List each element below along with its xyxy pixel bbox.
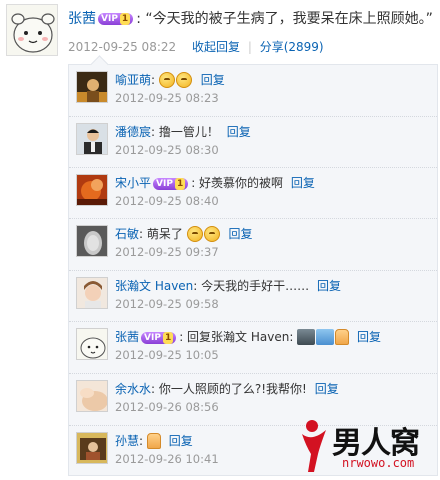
comment-item: 张瀚文 Haven: 今天我的手好干…… 回复 2012-09-25 09:58 bbox=[69, 271, 437, 322]
comment-list: 喻亚萌: 回复 2012-09-25 08:23 潘德宸: 撸一管儿！ 回复 2… bbox=[68, 64, 438, 476]
comment-item: 喻亚萌: 回复 2012-09-25 08:23 bbox=[69, 65, 437, 117]
comment-item: 张茜 VIP 1: 回复张瀚文 Haven: 回复 2012-09-25 10:05 bbox=[69, 322, 437, 374]
comment-content: 余水水: 你一人照顾的了么?!我帮你! 回复 bbox=[115, 380, 339, 397]
comment-text: : 今天我的手好干…… bbox=[193, 279, 310, 293]
post-author-avatar[interactable] bbox=[6, 4, 58, 56]
cartoon-avatar-icon bbox=[77, 329, 107, 359]
comment-timestamp: 2012-09-25 09:58 bbox=[115, 297, 219, 311]
commenter-name[interactable]: 张瀚文 Haven bbox=[115, 279, 193, 293]
post-content-line: 张茜 VIP 1: “今天我的被子生病了，我要呆在床上照顾她。” bbox=[68, 8, 433, 28]
photo-avatar-icon bbox=[77, 124, 107, 154]
grin-emoticon-icon bbox=[203, 226, 220, 242]
reply-button[interactable]: 回复 bbox=[169, 434, 193, 448]
photo-avatar-icon bbox=[77, 175, 107, 205]
commenter-avatar[interactable] bbox=[76, 71, 108, 103]
comment-text: : 你一人照顾的了么?!我帮你! bbox=[151, 382, 307, 396]
reply-button[interactable]: 回复 bbox=[291, 176, 315, 190]
vip-level: 1 bbox=[162, 331, 174, 344]
comment-timestamp: 2012-09-25 09:37 bbox=[115, 245, 219, 259]
reply-button[interactable]: 回复 bbox=[229, 227, 253, 241]
photo-avatar-icon bbox=[77, 433, 107, 463]
comment-item: 石敏: 萌呆了 回复 2012-09-25 09:37 bbox=[69, 219, 437, 271]
vip-badge[interactable]: VIP 1 bbox=[98, 13, 134, 25]
comment-content: 宋小平 VIP 1: 好羡慕你的被啊 回复 bbox=[115, 174, 315, 191]
post-text: : “今天我的被子生病了，我要呆在床上照顾她。” bbox=[136, 11, 433, 27]
cute-emoticon-icon bbox=[186, 226, 203, 242]
comment-text: : 萌呆了 bbox=[139, 227, 183, 241]
share-link[interactable]: 分享(2899) bbox=[260, 40, 324, 54]
post-timestamp: 2012-09-25 08:22 bbox=[68, 40, 177, 54]
photo-avatar-icon bbox=[77, 381, 107, 411]
comment-text: : 回复张瀚文 Haven: bbox=[179, 330, 294, 344]
photo-avatar-icon bbox=[77, 278, 107, 308]
comment-content: 潘德宸: 撸一管儿！ 回复 bbox=[115, 123, 251, 140]
comment-content: 孙慧: 回复 bbox=[115, 432, 193, 449]
commenter-avatar[interactable] bbox=[76, 123, 108, 155]
reply-button[interactable]: 回复 bbox=[201, 73, 225, 87]
commenter-name[interactable]: 孙慧 bbox=[115, 434, 139, 448]
thumbs-up-icon bbox=[335, 329, 350, 345]
reply-button[interactable]: 回复 bbox=[357, 330, 381, 344]
vip-level: 1 bbox=[119, 13, 131, 25]
comment-text: : 撸一管儿！ bbox=[151, 125, 219, 139]
commenter-avatar[interactable] bbox=[76, 174, 108, 206]
reply-button[interactable]: 回复 bbox=[227, 125, 251, 139]
vip-level: 1 bbox=[174, 177, 186, 190]
commenter-avatar[interactable] bbox=[76, 225, 108, 257]
smile-emoticon-icon bbox=[158, 72, 175, 88]
collapse-replies-link[interactable]: 收起回复 bbox=[192, 40, 240, 54]
photo-avatar-icon bbox=[77, 72, 107, 102]
post-meta: 2012-09-25 08:22 收起回复 | 分享(2899) bbox=[68, 38, 324, 55]
cloud-emoticon-icon bbox=[316, 329, 335, 345]
comment-item: 潘德宸: 撸一管儿！ 回复 2012-09-25 08:30 bbox=[69, 117, 437, 168]
photo-avatar-icon bbox=[77, 226, 107, 256]
comment-timestamp: 2012-09-25 08:23 bbox=[115, 91, 219, 105]
commenter-name[interactable]: 石敏 bbox=[115, 227, 139, 241]
commenter-avatar[interactable] bbox=[76, 277, 108, 309]
commenter-name[interactable]: 余水水 bbox=[115, 382, 151, 396]
site-watermark: 男人窝 nrwowo.com bbox=[298, 416, 438, 476]
comment-timestamp: 2012-09-25 10:05 bbox=[115, 348, 219, 362]
comment-timestamp: 2012-09-26 08:56 bbox=[115, 400, 219, 414]
comment-timestamp: 2012-09-25 08:30 bbox=[115, 143, 219, 157]
commenter-name[interactable]: 张茜 bbox=[115, 330, 139, 344]
commenter-name[interactable]: 宋小平 bbox=[115, 176, 151, 190]
weibo-post: 张茜 VIP 1: “今天我的被子生病了，我要呆在床上照顾她。” 2012-09-2… bbox=[0, 0, 440, 60]
commenter-avatar[interactable] bbox=[76, 432, 108, 464]
post-author-name[interactable]: 张茜 bbox=[68, 11, 96, 27]
comment-content: 石敏: 萌呆了 回复 bbox=[115, 225, 253, 242]
vip-badge[interactable]: VIP 1 bbox=[141, 331, 177, 344]
happy-emoticon-icon bbox=[175, 72, 192, 88]
watermark-url: nrwowo.com bbox=[342, 456, 415, 470]
commenter-name[interactable]: 潘德宸 bbox=[115, 125, 151, 139]
cartoon-avatar-icon bbox=[7, 5, 57, 55]
reply-button[interactable]: 回复 bbox=[315, 382, 339, 396]
vip-badge[interactable]: VIP 1 bbox=[153, 177, 189, 190]
comment-timestamp: 2012-09-26 10:41 bbox=[115, 452, 219, 466]
comment-content: 张茜 VIP 1: 回复张瀚文 Haven: 回复 bbox=[115, 328, 381, 345]
thumbs-up-icon bbox=[146, 433, 161, 449]
vip-badge-label: VIP bbox=[156, 178, 173, 189]
comment-text: : bbox=[139, 434, 144, 448]
rain-emoticon-icon bbox=[297, 329, 316, 345]
commenter-avatar[interactable] bbox=[76, 380, 108, 412]
commenter-name[interactable]: 喻亚萌 bbox=[115, 73, 151, 87]
person-logo-icon bbox=[302, 420, 326, 472]
comment-item: 宋小平 VIP 1: 好羡慕你的被啊 回复 2012-09-25 08:40 bbox=[69, 168, 437, 219]
comment-content: 张瀚文 Haven: 今天我的手好干…… 回复 bbox=[115, 277, 341, 294]
reply-button[interactable]: 回复 bbox=[317, 279, 341, 293]
vip-badge-label: VIP bbox=[101, 14, 118, 24]
divider: | bbox=[247, 40, 252, 54]
comment-content: 喻亚萌: 回复 bbox=[115, 71, 225, 88]
vip-badge-label: VIP bbox=[144, 332, 161, 343]
comment-text: : 好羡慕你的被啊 bbox=[191, 176, 284, 190]
comment-timestamp: 2012-09-25 08:40 bbox=[115, 194, 219, 208]
comment-text: : bbox=[151, 73, 156, 87]
commenter-avatar[interactable] bbox=[76, 328, 108, 360]
